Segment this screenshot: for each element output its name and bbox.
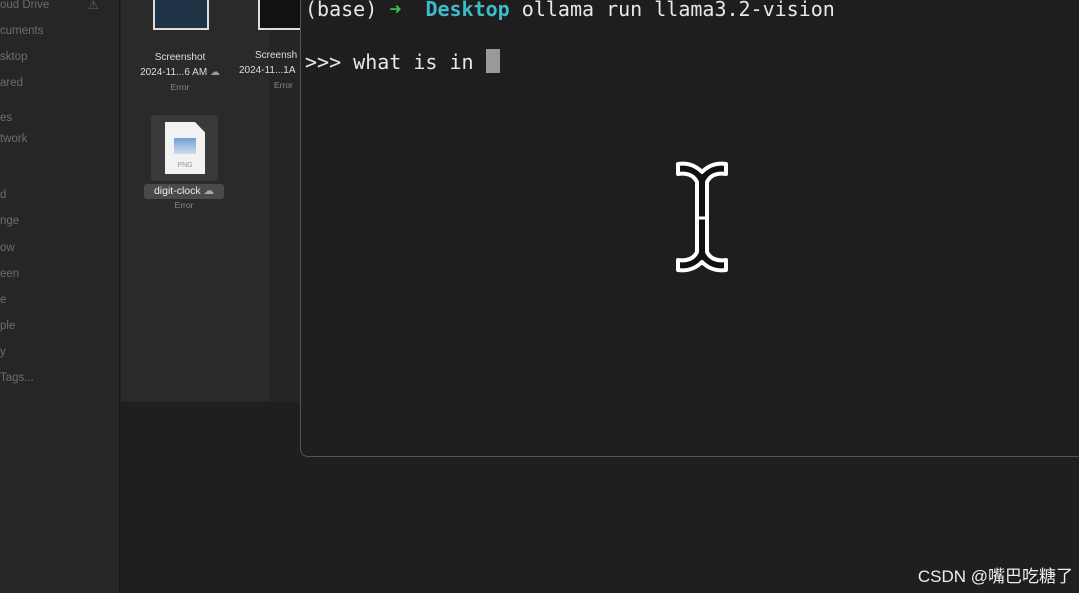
sidebar-item[interactable]: een [0,268,19,280]
sidebar-item[interactable]: y [0,346,6,358]
cloud-icon: ☁ [203,185,215,197]
finder-sidebar: oud Drive ⚠ cuments sktop ared es twork … [0,0,120,593]
sidebar-item[interactable]: nge [0,215,19,227]
file-name[interactable]: digit-clock ☁ [144,184,224,199]
file-name-date[interactable]: 2024-11...1A [239,65,309,76]
sidebar-item[interactable]: Tags... [0,372,34,384]
file-name-date[interactable]: 2024-11...6 AM ☁ [125,67,235,78]
file-type-label: PNG [177,162,193,169]
file-status: Error [170,82,190,92]
text-cursor [485,49,500,73]
cloud-icon: ☁ [209,67,220,78]
warning-icon: ⚠ [88,0,99,12]
sidebar-item[interactable]: es [0,112,12,124]
ibeam-cursor-icon [676,161,728,273]
sidebar-item[interactable]: e [0,294,6,306]
sidebar-item[interactable]: d [0,189,6,201]
sidebar-item[interactable]: twork [0,133,27,145]
image-preview [174,138,196,154]
sidebar-item[interactable]: cuments [0,25,43,37]
png-file-icon[interactable]: PNG [165,122,205,174]
sidebar-item[interactable]: ared [0,77,23,89]
current-directory: Desktop [425,0,510,21]
file-thumbnail[interactable] [153,0,209,30]
prompt-arrow-icon: ➜ [389,0,402,21]
file-status: Error [174,200,194,210]
sidebar-item[interactable]: ow [0,242,15,254]
watermark: CSDN @嘴巴吃糖了 [917,567,1073,586]
command-line: (base) ➜ Desktop ollama run llama3.2-vis… [305,0,835,21]
sidebar-item[interactable]: sktop [0,51,28,63]
file-name[interactable]: Screenshot [125,52,235,63]
sidebar-item[interactable]: ple [0,320,15,332]
input-line[interactable]: >>> what is in [305,49,500,74]
sidebar-item[interactable]: oud Drive [0,0,49,11]
input-text: what is in [353,50,474,74]
